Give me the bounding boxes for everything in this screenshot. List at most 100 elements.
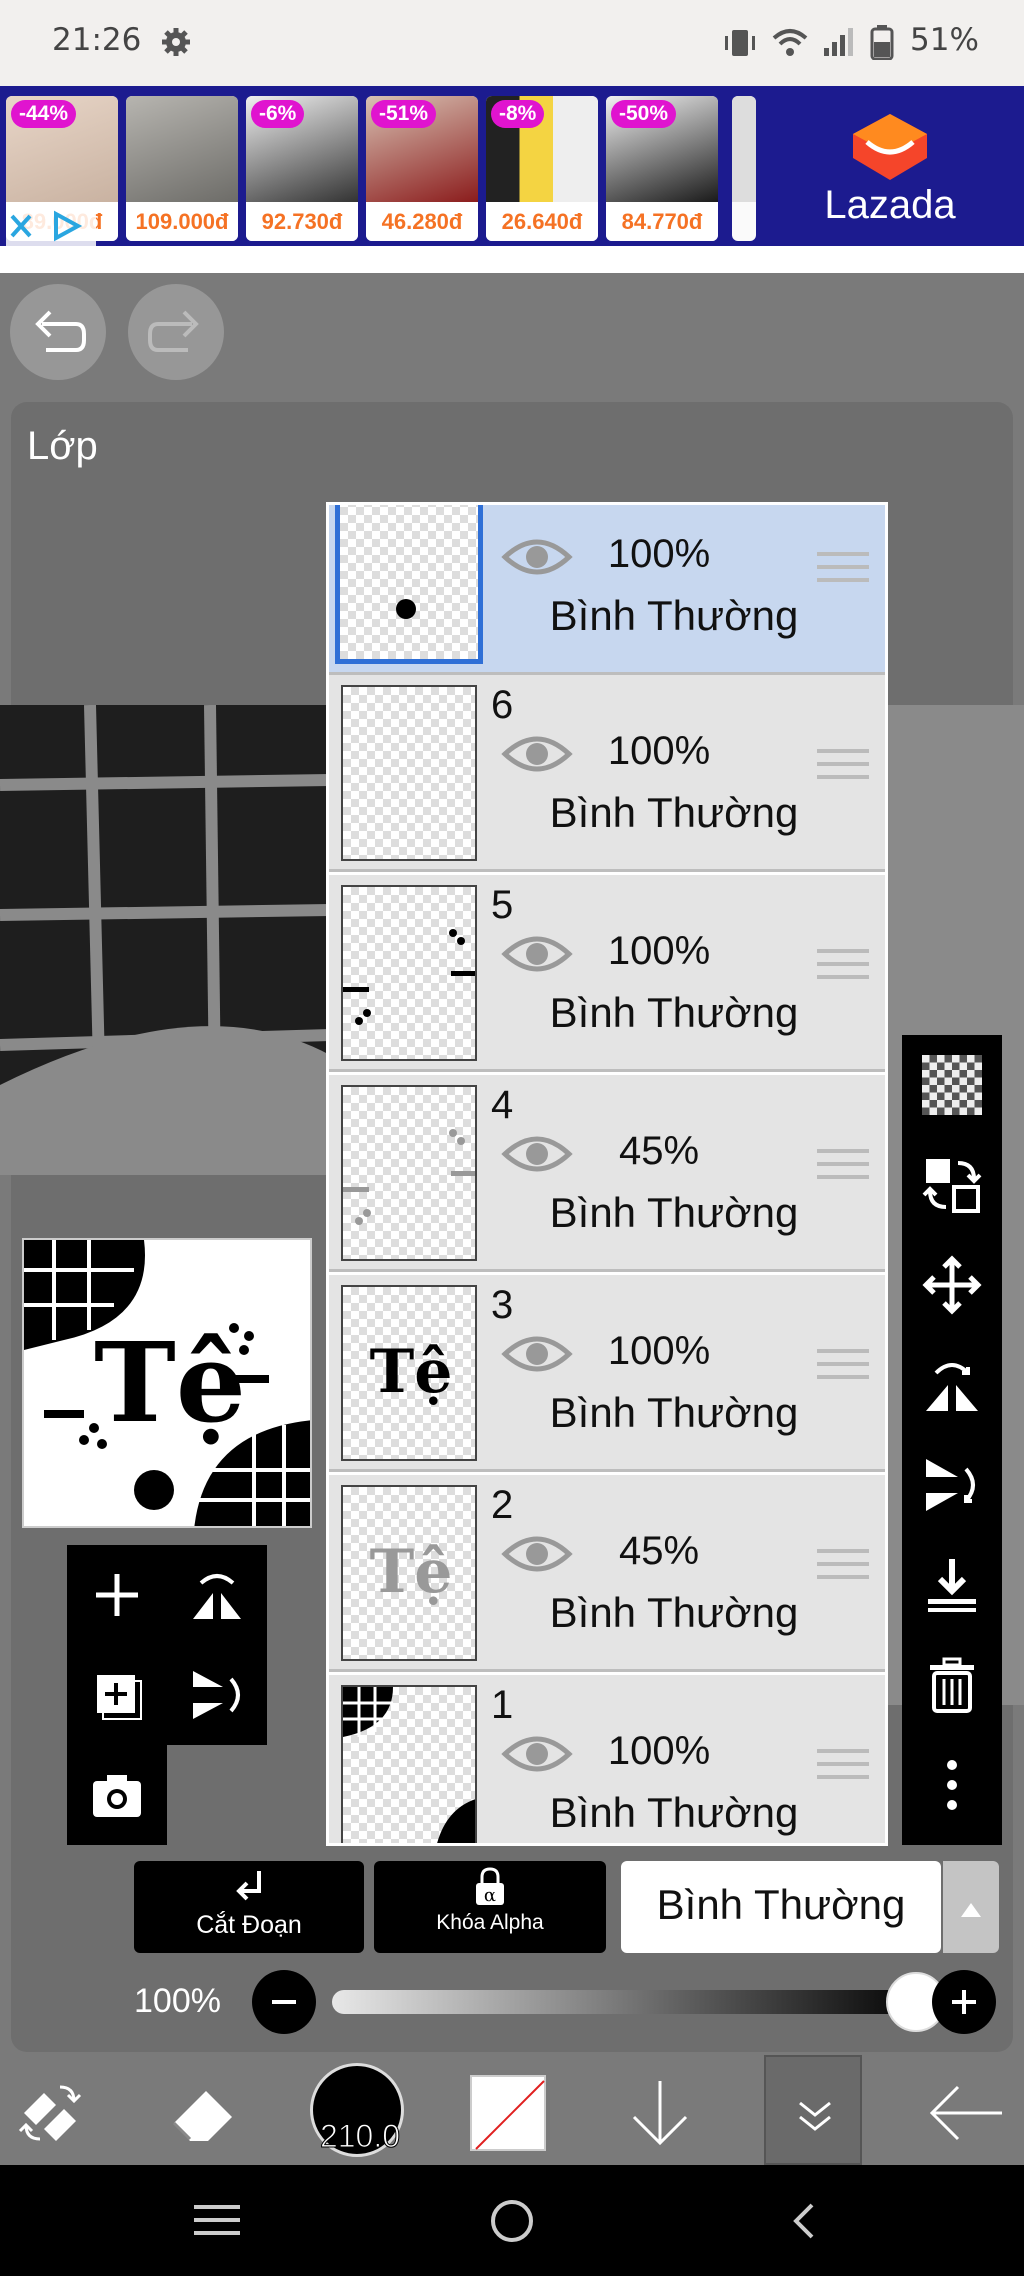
flip-canvas-v-button[interactable] xyxy=(167,1645,267,1745)
drag-handle-icon[interactable] xyxy=(817,552,869,592)
ad-product-2[interactable]: 109.000đ xyxy=(126,96,238,241)
caret-up-icon xyxy=(961,1903,981,1917)
layer-thumbnail[interactable]: Tệ xyxy=(341,1485,477,1661)
layer-thumbnail[interactable] xyxy=(341,1685,477,1843)
clipping-label: Cắt Đoạn xyxy=(196,1911,302,1939)
no-color-icon xyxy=(475,2080,545,2150)
layer-number: 7 xyxy=(491,505,513,511)
ad-price: 26.640đ xyxy=(486,202,598,241)
opacity-increase-button[interactable] xyxy=(932,1970,996,2034)
home-button[interactable] xyxy=(482,2191,542,2251)
recent-apps-button[interactable] xyxy=(188,2195,248,2245)
layer-swap-button[interactable] xyxy=(902,1135,1002,1235)
more-options-button[interactable] xyxy=(902,1735,1002,1835)
eye-icon[interactable] xyxy=(501,532,573,582)
layer-row-7[interactable]: 7 100% Bình Thường xyxy=(329,505,885,675)
ad-product-7[interactable] xyxy=(732,96,756,241)
eye-icon[interactable] xyxy=(501,1129,573,1179)
eraser-tool-button[interactable] xyxy=(160,2073,250,2153)
layer-thumbnail[interactable] xyxy=(341,685,477,861)
color-swatch[interactable] xyxy=(470,2075,546,2151)
merge-down-button[interactable] xyxy=(902,1535,1002,1635)
blend-mode-dropdown-button[interactable] xyxy=(943,1861,999,1953)
blend-mode-value: Bình Thường xyxy=(656,1881,906,1928)
ad-price: 84.770đ xyxy=(606,202,718,241)
ad-product-6[interactable]: 84.770đ -50% xyxy=(606,96,718,241)
ad-banner[interactable]: 89.000đ -44% 109.000đ 92.730đ -6% 46.280… xyxy=(0,86,1024,246)
layer-row-1[interactable]: 1 100% Bình Thường xyxy=(329,1675,885,1843)
chevron-left-icon xyxy=(793,2203,814,2239)
layer-row-3[interactable]: Tệ 3 100% Bình Thường xyxy=(329,1275,885,1472)
redo-button[interactable] xyxy=(128,284,224,380)
clipping-button[interactable]: Cắt Đoạn xyxy=(134,1861,364,1953)
opacity-label: 100% xyxy=(134,1982,221,2020)
layer-opacity: 100% xyxy=(607,1729,711,1773)
opacity-decrease-button[interactable] xyxy=(252,1970,316,2034)
layer-blend-mode: Bình Thường xyxy=(549,1389,799,1436)
ad-price: 109.000đ xyxy=(126,202,238,241)
clip-arrow-icon xyxy=(236,1871,261,1901)
scroll-down-button[interactable] xyxy=(620,2073,700,2153)
lazada-brand-text: Lazada xyxy=(824,183,956,227)
layer-tools-bar xyxy=(902,1035,1002,1845)
undo-button[interactable] xyxy=(10,284,106,380)
ad-choices-icon[interactable] xyxy=(6,206,96,246)
layer-row-2[interactable]: Tệ 2 45% Bình Thường xyxy=(329,1475,885,1672)
preview-text: Tệ xyxy=(94,1318,246,1447)
merge-down-icon xyxy=(928,1559,976,1612)
delete-layer-button[interactable] xyxy=(902,1635,1002,1735)
canvas-preview[interactable]: Tệ xyxy=(22,1238,312,1528)
transparent-bg-button[interactable] xyxy=(902,1035,1002,1135)
eye-icon[interactable] xyxy=(501,1329,573,1379)
eye-icon[interactable] xyxy=(501,929,573,979)
thumb-text: Tệ xyxy=(369,1537,453,1607)
lazada-logo-icon xyxy=(853,114,927,180)
drag-handle-icon[interactable] xyxy=(817,749,869,789)
layer-number: 5 xyxy=(491,883,514,927)
flip-vertical-icon xyxy=(193,1671,240,1719)
layer-row-4[interactable]: 4 45% Bình Thường xyxy=(329,1075,885,1272)
layer-thumbnail[interactable] xyxy=(341,885,477,1061)
layer-thumbnail[interactable] xyxy=(341,1085,477,1261)
eye-icon[interactable] xyxy=(501,729,573,779)
system-back-button[interactable] xyxy=(780,2191,830,2251)
drag-handle-icon[interactable] xyxy=(817,1349,869,1389)
import-photo-button[interactable] xyxy=(67,1745,167,1845)
blend-mode-select[interactable]: Bình Thường xyxy=(621,1861,941,1953)
layer-list[interactable]: 7 100% Bình Thường 6 100% Bình Thường 5 … xyxy=(326,502,888,1846)
plus-icon xyxy=(952,1990,976,2014)
eye-icon[interactable] xyxy=(501,1729,573,1779)
selection-tool-button[interactable] xyxy=(10,2073,90,2153)
drag-handle-icon[interactable] xyxy=(817,1149,869,1189)
brush-size-button[interactable]: 210.0 xyxy=(310,2063,404,2157)
alpha-lock-button[interactable]: α Khóa Alpha xyxy=(374,1861,606,1953)
more-vertical-icon xyxy=(947,1760,957,1810)
back-button[interactable] xyxy=(920,2073,1010,2153)
ad-product-4[interactable]: 46.280đ -51% xyxy=(366,96,478,241)
ad-product-3[interactable]: 92.730đ -6% xyxy=(246,96,358,241)
flip-horizontal-icon xyxy=(926,1363,978,1411)
flip-canvas-h-button[interactable] xyxy=(167,1545,267,1645)
drag-handle-icon[interactable] xyxy=(817,1749,869,1789)
move-button[interactable] xyxy=(902,1235,1002,1335)
ad-discount-badge: -51% xyxy=(371,100,437,128)
canvas-background xyxy=(0,705,330,1175)
layer-thumbnail[interactable]: Tệ xyxy=(341,1285,477,1461)
trash-icon xyxy=(930,1657,974,1713)
layer-row-5[interactable]: 5 100% Bình Thường xyxy=(329,875,885,1072)
eye-icon[interactable] xyxy=(501,1529,573,1579)
ad-product-5[interactable]: 26.640đ -8% xyxy=(486,96,598,241)
lock-alpha-icon: α xyxy=(476,1867,504,1906)
layer-row-6[interactable]: 6 100% Bình Thường xyxy=(329,675,885,872)
opacity-slider[interactable] xyxy=(332,1990,928,2014)
status-bar: 21:26 51% xyxy=(0,0,1024,86)
flip-vertical-button[interactable] xyxy=(902,1435,1002,1535)
drag-handle-icon[interactable] xyxy=(817,1549,869,1589)
layer-number: 6 xyxy=(491,683,514,727)
add-layer-button[interactable] xyxy=(67,1545,167,1645)
layer-panel-toggle-button[interactable] xyxy=(764,2055,862,2165)
flip-horizontal-button[interactable] xyxy=(902,1335,1002,1435)
duplicate-layer-button[interactable] xyxy=(67,1645,167,1745)
layer-thumbnail[interactable] xyxy=(335,505,483,664)
drag-handle-icon[interactable] xyxy=(817,949,869,989)
